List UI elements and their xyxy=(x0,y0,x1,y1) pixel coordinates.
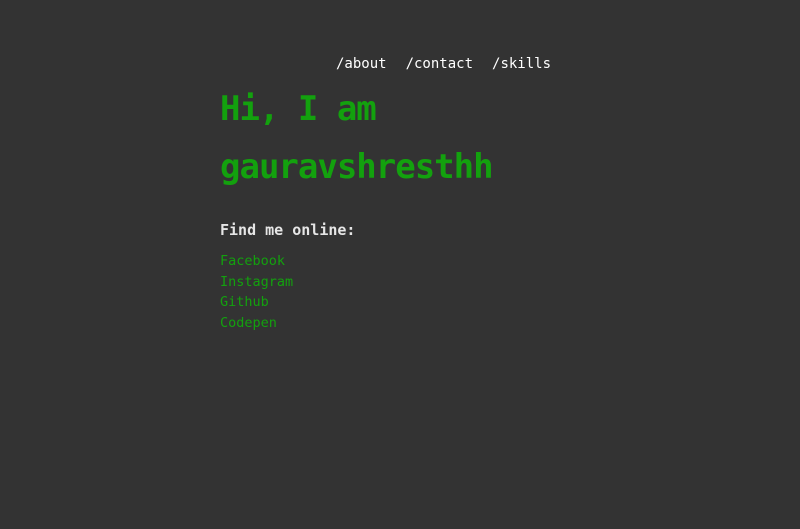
list-item: Facebook xyxy=(220,251,780,272)
username-line: gauravshresthh xyxy=(220,147,494,187)
facebook-link[interactable]: Facebook xyxy=(220,253,285,269)
find-me-online-heading: Find me online: xyxy=(220,221,356,239)
instagram-link[interactable]: Instagram xyxy=(220,274,293,290)
nav-link-skills[interactable]: /skills xyxy=(492,56,551,72)
page-title: Hi, I am gauravshresthh xyxy=(220,80,780,196)
greeting-line: Hi, I am xyxy=(220,89,377,129)
top-nav: /about /contact /skills xyxy=(336,56,551,72)
github-link[interactable]: Github xyxy=(220,294,269,310)
codepen-link[interactable]: Codepen xyxy=(220,315,277,331)
list-item: Github xyxy=(220,292,780,313)
hero-section: Hi, I am gauravshresthh Find me online: … xyxy=(220,80,780,333)
list-item: Codepen xyxy=(220,313,780,334)
list-item: Instagram xyxy=(220,272,780,293)
social-links-list: Facebook Instagram Github Codepen xyxy=(220,251,780,333)
nav-link-contact[interactable]: /contact xyxy=(406,56,473,72)
nav-link-about[interactable]: /about xyxy=(336,56,387,72)
